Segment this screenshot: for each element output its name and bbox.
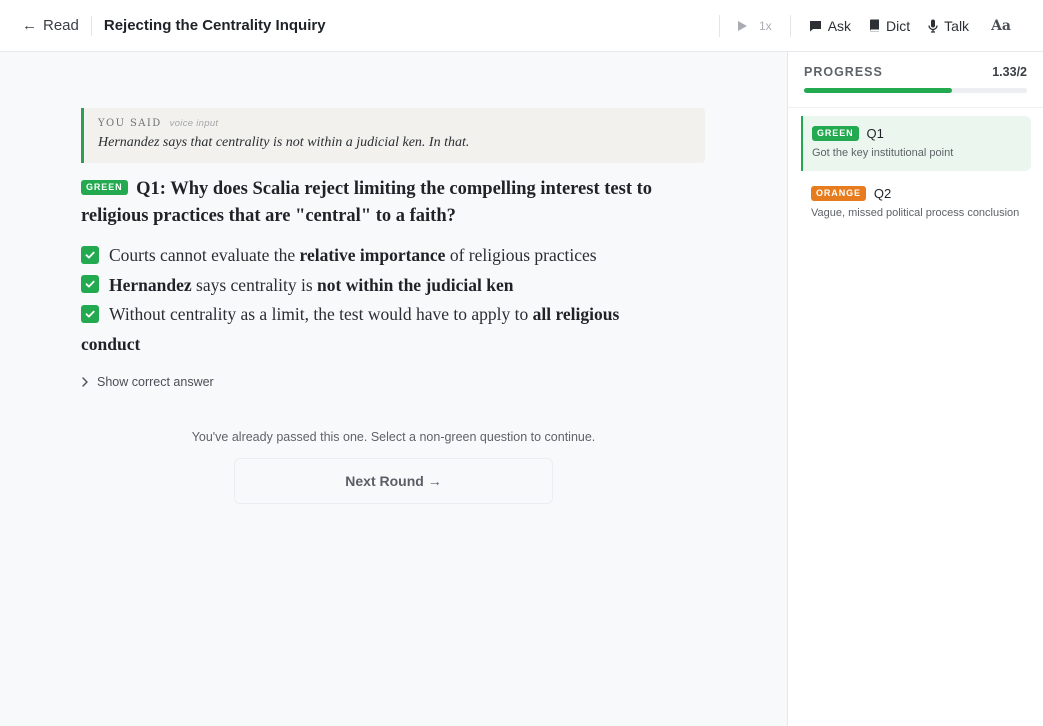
status-badge: GREEN	[812, 126, 859, 141]
divider	[788, 107, 1043, 108]
dict-label: Dict	[886, 17, 911, 34]
microphone-icon	[928, 19, 938, 33]
divider	[90, 15, 92, 36]
question-item-name: Q2	[873, 186, 892, 201]
status-badge: ORANGE	[811, 186, 866, 201]
back-button[interactable]: ← Read	[22, 17, 79, 34]
show-answer-label: Show correct answer	[97, 375, 214, 389]
question-heading: GREEN Q1: Why does Scalia reject limitin…	[81, 176, 711, 230]
top-bar: ← Read Rejecting the Centrality Inquiry …	[0, 0, 1043, 52]
criterion-item: Hernandez says centrality is not within …	[81, 271, 681, 301]
ask-label: Ask	[827, 17, 852, 34]
criteria-list: Courts cannot evaluate the relative impo…	[81, 241, 681, 359]
check-icon	[81, 245, 99, 264]
progress-bar	[804, 88, 1027, 93]
criterion-text: says centrality is	[191, 274, 318, 295]
question-item-desc: Got the key institutional point	[812, 147, 954, 159]
divider	[719, 14, 720, 37]
speed-button[interactable]: 1x	[759, 19, 772, 33]
check-icon	[81, 275, 99, 294]
chevron-right-icon	[82, 377, 88, 387]
progress-bar-fill	[804, 88, 953, 93]
next-round-button[interactable]: Next Round →	[234, 458, 553, 504]
back-label: Read	[43, 17, 79, 34]
chat-icon	[809, 20, 821, 31]
voice-transcript: YOU SAID voice input Hernandez says that…	[81, 108, 705, 163]
transcript-label: YOU SAID	[98, 118, 162, 129]
question-item-name: Q1	[866, 126, 884, 141]
transcript-tag: voice input	[169, 118, 219, 129]
criterion-bold: Hernandez	[109, 274, 192, 295]
font-size-button[interactable]: Aa	[991, 18, 1011, 34]
question-item-q2[interactable]: ORANGE Q2 Vague, missed political proces…	[801, 176, 1031, 219]
show-answer-toggle[interactable]: Show correct answer	[81, 375, 214, 389]
progress-sidebar: PROGRESS 1.33/2 GREEN Q1 Got the key ins…	[787, 52, 1043, 726]
play-icon[interactable]	[738, 20, 747, 31]
question-item-desc: Vague, missed political process conclusi…	[811, 207, 1020, 219]
criterion-item: Courts cannot evaluate the relative impo…	[81, 241, 681, 271]
main-content: YOU SAID voice input Hernandez says that…	[0, 52, 787, 726]
dict-button[interactable]: Dict	[869, 18, 910, 34]
transcript-text: Hernandez says that centrality is not wi…	[98, 135, 470, 150]
progress-value: 1.33/2	[992, 65, 1027, 79]
status-badge: GREEN	[81, 180, 128, 196]
toolbar: 1x Ask Dict Talk Aa	[719, 0, 1043, 51]
criterion-bold: not within the judicial ken	[317, 274, 514, 295]
check-icon	[81, 304, 99, 323]
criterion-text: Without centrality as a limit, the test …	[109, 304, 533, 324]
talk-label: Talk	[944, 17, 970, 34]
ask-button[interactable]: Ask	[809, 18, 851, 34]
book-icon	[870, 19, 880, 32]
criterion-item: Without centrality as a limit, the test …	[81, 300, 681, 359]
question-text: Q1: Why does Scalia reject limiting the …	[81, 179, 653, 226]
question-item-q1[interactable]: GREEN Q1 Got the key institutional point	[801, 116, 1031, 171]
arrow-left-icon: ←	[22, 17, 37, 34]
talk-button[interactable]: Talk	[928, 18, 969, 34]
criterion-text: of religious practices	[445, 245, 597, 265]
progress-label: PROGRESS	[804, 65, 883, 79]
passed-message: You've already passed this one. Select a…	[191, 430, 596, 444]
page-title: Rejecting the Centrality Inquiry	[103, 17, 326, 34]
criterion-bold: relative importance	[299, 245, 446, 265]
divider	[789, 14, 791, 37]
criterion-text: Courts cannot evaluate the	[109, 245, 300, 265]
